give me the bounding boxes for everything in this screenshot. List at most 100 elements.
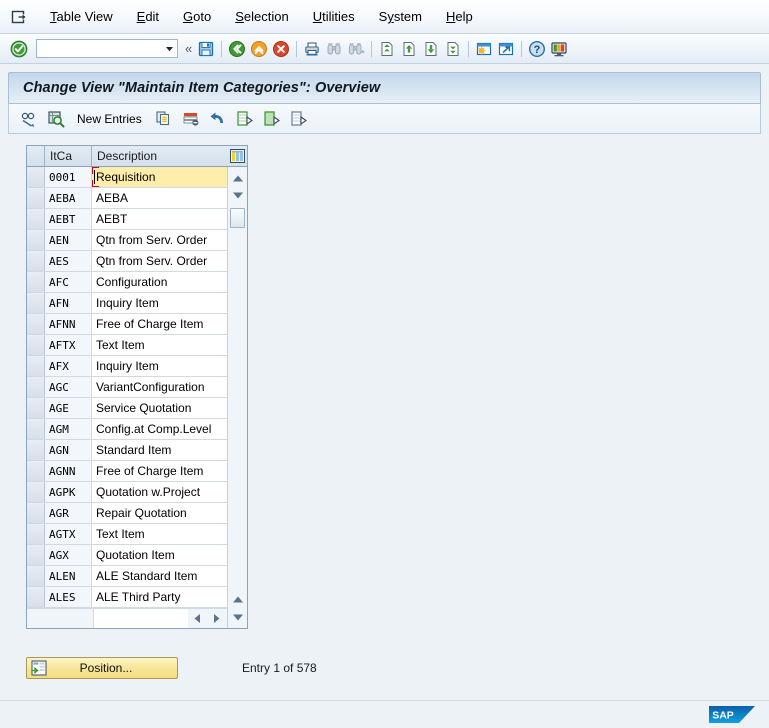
scroll-page-down-icon[interactable] [228,609,247,626]
row-select-cell[interactable] [27,524,45,544]
cell-itca[interactable]: AEBT [45,209,92,229]
row-select-cell[interactable] [27,419,45,439]
row-select-cell[interactable] [27,335,45,355]
table-row[interactable]: AGC VariantConfiguration [27,377,247,398]
table-settings-icon[interactable] [227,146,247,166]
cell-description[interactable]: Config.at Comp.Level [92,419,247,439]
cell-description[interactable]: ALE Standard Item [92,566,247,586]
cell-itca[interactable]: AGN [45,440,92,460]
header-description[interactable]: Description [92,146,227,166]
row-select-cell[interactable] [27,482,45,502]
binoculars-plus-icon[interactable] [345,38,367,60]
printer-icon[interactable] [301,38,323,60]
row-select-cell[interactable] [27,272,45,292]
copy-icon[interactable] [152,108,176,130]
scroll-page-up-icon[interactable] [228,591,247,608]
cell-description[interactable]: Standard Item [92,440,247,460]
cell-description[interactable]: Free of Charge Item [92,461,247,481]
row-select-cell[interactable] [27,545,45,565]
cell-description[interactable]: Qtn from Serv. Order [92,251,247,271]
cell-itca[interactable]: AGM [45,419,92,439]
table-row[interactable]: AFNN Free of Charge Item [27,314,247,335]
cell-itca[interactable]: AFTX [45,335,92,355]
row-select-cell[interactable] [27,167,45,187]
scrollbar-thumb[interactable] [230,208,245,228]
table-row[interactable]: AGX Quotation Item [27,545,247,566]
row-select-cell[interactable] [27,503,45,523]
menu-item-system[interactable]: System [367,7,434,26]
cell-description[interactable]: VariantConfiguration [92,377,247,397]
scroll-up-icon[interactable] [228,170,247,187]
table-horizontal-scrollbar[interactable] [27,608,247,628]
table-row[interactable]: AEN Qtn from Serv. Order [27,230,247,251]
command-field[interactable] [36,39,178,58]
cell-description[interactable]: ALE Third Party [92,587,247,607]
table-row[interactable]: AFN Inquiry Item [27,293,247,314]
table-row[interactable]: ALES ALE Third Party [27,587,247,608]
first-page-icon[interactable] [376,38,398,60]
cell-itca[interactable]: AFNN [45,314,92,334]
hscroll-track[interactable] [93,609,188,628]
previous-page-icon[interactable] [398,38,420,60]
question-mark-icon[interactable]: ? [526,38,548,60]
row-select-cell[interactable] [27,440,45,460]
row-select-cell[interactable] [27,230,45,250]
row-select-cell[interactable] [27,251,45,271]
row-select-cell[interactable] [27,377,45,397]
cell-description[interactable]: Repair Quotation [92,503,247,523]
cell-itca[interactable]: 0001 [45,167,92,187]
header-select-column[interactable] [27,146,45,166]
cell-description[interactable]: Text Item [92,335,247,355]
cell-itca[interactable]: AFN [45,293,92,313]
menu-item-goto[interactable]: Goto [171,7,223,26]
table-row[interactable]: ALEN ALE Standard Item [27,566,247,587]
window-menu-icon[interactable] [10,8,28,26]
table-row[interactable]: 0001 Requisition [27,167,247,188]
scroll-right-icon[interactable] [207,609,226,628]
table-row[interactable]: AGM Config.at Comp.Level [27,419,247,440]
table-row[interactable]: AEBT AEBT [27,209,247,230]
table-row[interactable]: AGTX Text Item [27,524,247,545]
select-block-icon[interactable] [260,108,284,130]
cell-itca[interactable]: AGNN [45,461,92,481]
last-page-icon[interactable] [442,38,464,60]
shortcut-icon[interactable] [495,38,517,60]
table-row[interactable]: AGNN Free of Charge Item [27,461,247,482]
row-select-cell[interactable] [27,461,45,481]
menu-item-utilities[interactable]: Utilities [301,7,367,26]
cell-description[interactable]: Free of Charge Item [92,314,247,334]
green-back-arrow-icon[interactable] [226,38,248,60]
cell-description[interactable]: Text Item [92,524,247,544]
undo-arrow-icon[interactable] [206,108,230,130]
row-select-cell[interactable] [27,356,45,376]
table-row[interactable]: AGE Service Quotation [27,398,247,419]
table-row[interactable]: AES Qtn from Serv. Order [27,251,247,272]
cell-itca[interactable]: AGX [45,545,92,565]
table-row[interactable]: AGR Repair Quotation [27,503,247,524]
magnifier-table-icon[interactable] [44,108,68,130]
cell-itca[interactable]: AFC [45,272,92,292]
binoculars-icon[interactable] [323,38,345,60]
command-input[interactable] [37,40,162,57]
orange-up-arrow-icon[interactable] [248,38,270,60]
table-row[interactable]: AFC Configuration [27,272,247,293]
table-row[interactable]: AFX Inquiry Item [27,356,247,377]
cell-description[interactable]: Quotation Item [92,545,247,565]
deselect-all-icon[interactable] [287,108,311,130]
menu-item-table-view[interactable]: TTable Viewable View [38,7,125,26]
table-row[interactable]: AFTX Text Item [27,335,247,356]
cell-description[interactable]: AEBT [92,209,247,229]
menu-item-selection[interactable]: Selection [223,7,300,26]
new-entries-button[interactable]: New Entries [71,110,148,128]
scroll-left-icon[interactable] [188,609,207,628]
row-select-cell[interactable] [27,566,45,586]
cell-description[interactable]: Quotation w.Project [92,482,247,502]
cell-itca[interactable]: AGR [45,503,92,523]
delete-row-icon[interactable] [179,108,203,130]
next-page-icon[interactable] [420,38,442,60]
cell-itca[interactable]: AGPK [45,482,92,502]
new-session-icon[interactable] [473,38,495,60]
table-row[interactable]: AGPK Quotation w.Project [27,482,247,503]
menu-item-edit[interactable]: Edit [125,7,171,26]
floppy-disk-icon[interactable] [195,38,217,60]
